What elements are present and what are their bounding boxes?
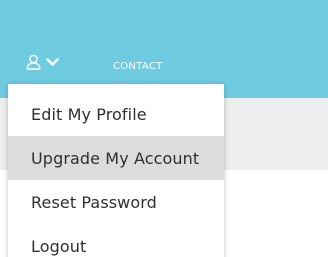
menu-item-upgrade-account[interactable]: Upgrade My Account [8, 136, 224, 180]
user-icon [26, 54, 41, 70]
menu-item-edit-profile[interactable]: Edit My Profile [8, 92, 224, 136]
menu-item-reset-password[interactable]: Reset Password [8, 180, 224, 224]
chevron-down-icon [46, 57, 59, 67]
user-menu-toggle[interactable] [26, 52, 66, 72]
menu-item-logout[interactable]: Logout [8, 224, 224, 257]
user-dropdown-menu: Edit My Profile Upgrade My Account Reset… [8, 84, 224, 257]
nav-link-contact[interactable]: CONTACT [113, 61, 163, 72]
